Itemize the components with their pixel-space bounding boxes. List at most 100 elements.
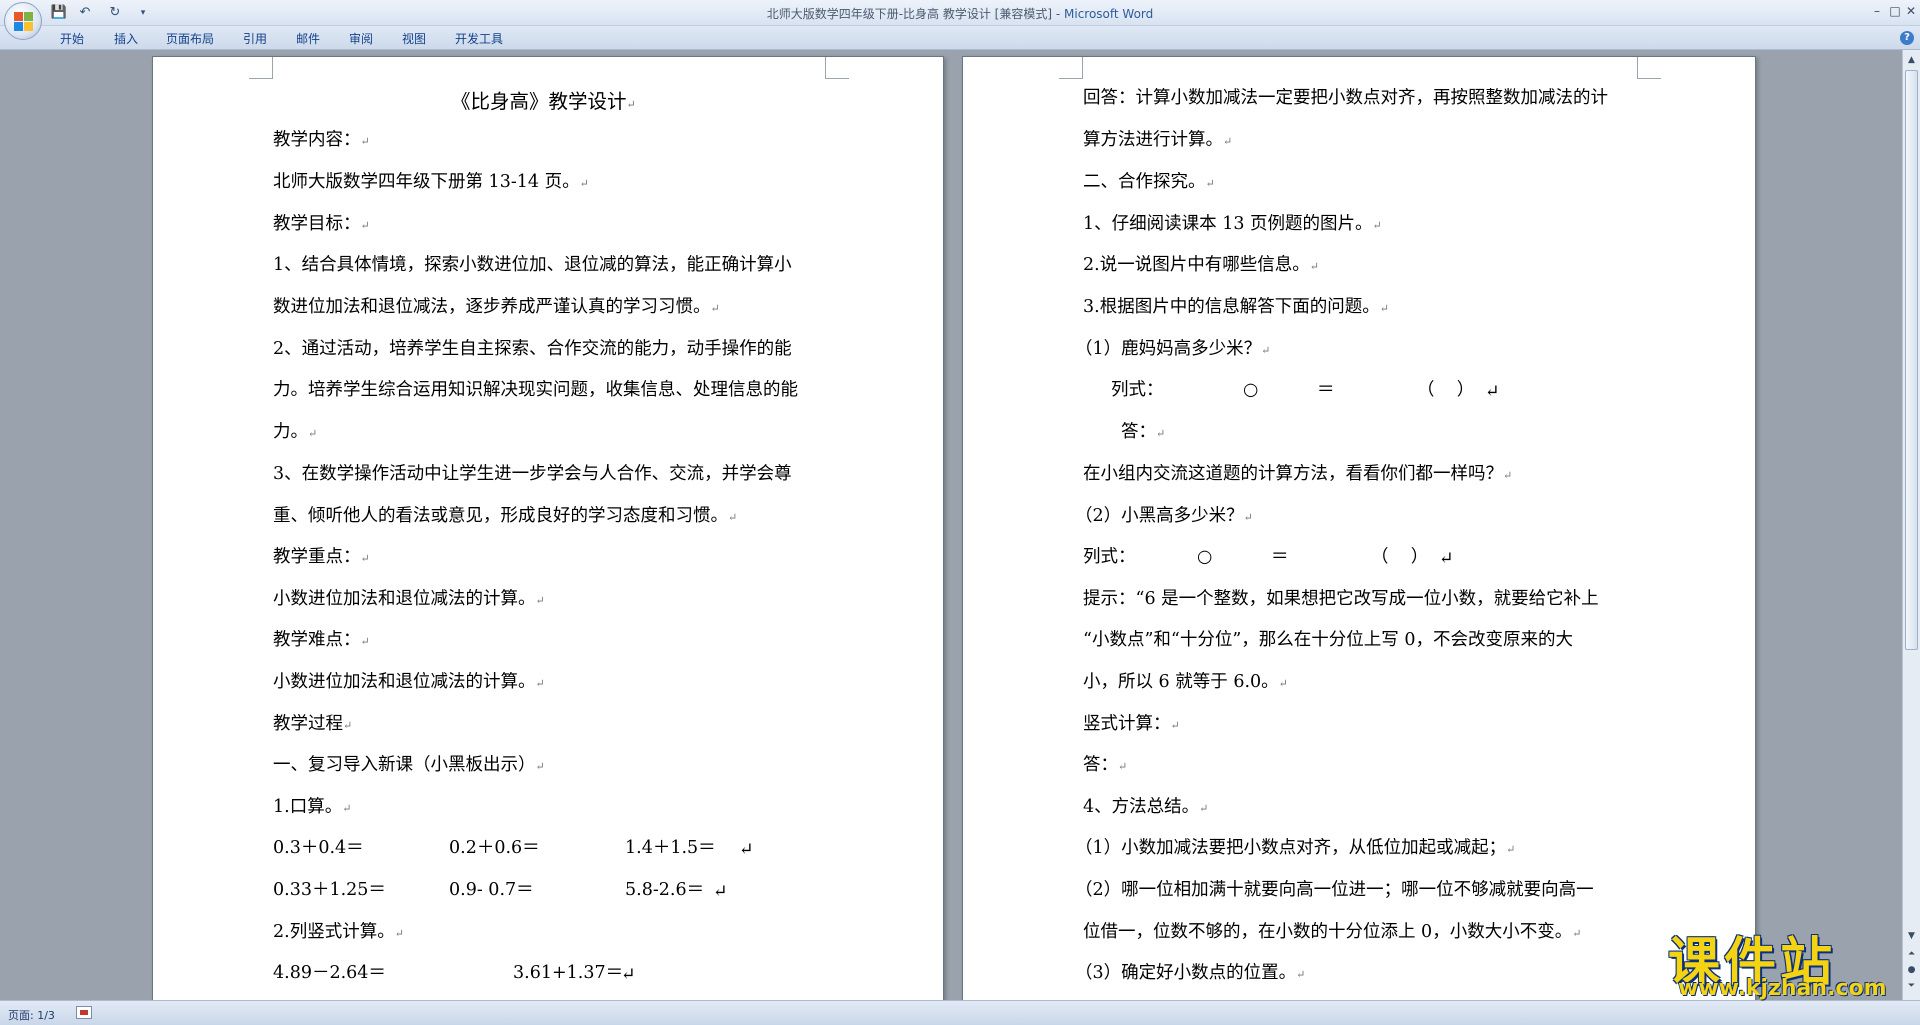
paragraph: 2、通过活动，培养学生自主探索、合作交流的能力，动手操作的能 <box>273 338 792 360</box>
paragraph: 2.列竖式计算。↵ <box>273 921 404 945</box>
paragraph-mark: ↵ <box>1118 760 1128 773</box>
paragraph: 教学内容：↵ <box>273 129 370 153</box>
window-title: 北师大版数学四年级下册-比身高 教学设计 [兼容模式] - Microsoft … <box>0 5 1920 22</box>
scroll-down-icon[interactable]: ▼ <box>1905 930 1918 943</box>
office-button[interactable] <box>4 2 42 40</box>
paragraph-mark: ↵ <box>1261 344 1271 357</box>
tab-home[interactable]: 开始 <box>60 30 84 47</box>
paragraph-text: 算方法进行计算。 <box>1083 130 1223 150</box>
ribbon-tabs: 开始 插入 页面布局 引用 邮件 审阅 视图 开发工具 ? <box>0 26 1920 50</box>
paragraph-text: 1.口算。 <box>273 797 343 817</box>
paragraph: 1.口算。↵ <box>273 796 351 820</box>
paragraph: 1、结合具体情境，探索小数进位加、退位减的算法，能正确计算小 <box>273 254 792 276</box>
paragraph-mark: ↵ <box>1223 135 1233 148</box>
vertical-calc-item: 3.61+1.37＝ <box>513 963 624 983</box>
paragraph: 位借一，位数不够的，在小数的十分位添上 0，小数大小不变。↵ <box>1083 921 1581 945</box>
paragraph-mark: ↵ <box>308 427 318 440</box>
paragraph: 教学过程↵ <box>273 713 352 737</box>
document-title: 北师大版数学四年级下册-比身高 教学设计 [兼容模式] - <box>766 7 1064 21</box>
paragraph: “小数点”和“十分位”，那么在十分位上写 0，不会改变原来的大 <box>1083 629 1573 651</box>
paragraph: 小数进位加法和退位减法的计算。↵ <box>273 671 545 695</box>
proofing-icon[interactable] <box>76 1006 92 1019</box>
paragraph-text: 位借一，位数不够的，在小数的十分位添上 0，小数大小不变。 <box>1083 922 1573 942</box>
paragraph-text: 1、结合具体情境，探索小数进位加、退位减的算法，能正确计算小 <box>273 255 792 275</box>
page-count[interactable]: 页面: 1/3 <box>8 1007 55 1023</box>
document-page-2[interactable]: 回答：计算小数加减法一定要把小数点对齐，再按照整数加减法的计 算方法进行计算。↵… <box>962 56 1756 1000</box>
paragraph: （1）小数加减法要把小数点对齐，从低位加起或减起；↵ <box>1075 837 1515 861</box>
paragraph-text: 教学过程 <box>273 714 343 734</box>
paragraph: （2）哪一位相加满十就要向高一位进一；哪一位不够减就要向高一 <box>1075 879 1594 901</box>
paragraph-text: 2.说一说图片中有哪些信息。 <box>1083 255 1310 275</box>
paragraph-mark: ↵ <box>728 511 738 524</box>
answer-blank: （ ） <box>1371 547 1429 567</box>
paragraph: 答：↵ <box>1121 421 1165 445</box>
formula-label: 列式： <box>1111 380 1164 400</box>
crop-mark <box>1059 57 1083 79</box>
paragraph-text: 一、复习导入新课（小黑板出示） <box>273 755 536 775</box>
equals-sign: ＝ <box>1271 547 1289 567</box>
paragraph-mark: ↵ <box>1278 677 1288 690</box>
circle-operator-blank: ○ <box>1243 380 1259 400</box>
oral-calc-item: 0.9- 0.7＝ <box>449 880 534 900</box>
close-button[interactable]: ✕ <box>1900 2 1920 20</box>
paragraph-mark: ↵ <box>1205 177 1215 190</box>
paragraph: 算方法进行计算。↵ <box>1083 129 1232 153</box>
paragraph-text: 回答：计算小数加减法一定要把小数点对齐，再按照整数加减法的计 <box>1083 88 1608 108</box>
paragraph: 小，所以 6 就等于 6.0。↵ <box>1083 671 1288 695</box>
paragraph-text: 竖式计算： <box>1083 714 1171 734</box>
paragraph-text: 2.列竖式计算。 <box>273 922 395 942</box>
paragraph-mark: ↵ <box>1372 219 1382 232</box>
next-page-icon[interactable]: ⏷ <box>1905 980 1918 993</box>
select-browse-object-icon[interactable]: ● <box>1905 964 1918 977</box>
crop-mark <box>1637 57 1661 79</box>
paragraph-text: 教学重点： <box>273 547 361 567</box>
vertical-calc-item: 4.89－2.64＝ <box>273 963 386 983</box>
paragraph-mark: ↵ <box>360 552 370 565</box>
scroll-up-icon[interactable]: ▲ <box>1905 54 1918 67</box>
title-text: 《比身高》教学设计 <box>451 90 627 113</box>
paragraph-text: 答： <box>1121 422 1156 442</box>
paragraph-text: 教学内容： <box>273 130 361 150</box>
tab-insert[interactable]: 插入 <box>114 30 138 47</box>
status-bar: 页面: 1/3 <box>0 1000 1920 1025</box>
paragraph: 重、倾听他人的看法或意见，形成良好的学习态度和习惯。↵ <box>273 505 737 529</box>
paragraph: （1）鹿妈妈高多少米？↵ <box>1075 338 1270 362</box>
paragraph-mark: ↵ <box>342 802 352 815</box>
watermark-logo: 课件站 www.kjzhan.com <box>1668 920 1904 1002</box>
paragraph-text: 数进位加法和退位减法，逐步养成严谨认真的学习习惯。 <box>273 297 711 317</box>
paragraph-text: （2）小黑高多少米？ <box>1075 506 1244 526</box>
paragraph-mark: ↵ <box>1243 511 1253 524</box>
vertical-scrollbar[interactable]: ▲ ▼ ⏶ ● ⏷ <box>1902 50 1920 1000</box>
paragraph-mark: ↵ <box>1503 469 1513 482</box>
document-area[interactable]: 《比身高》教学设计↵ 教学内容：↵ 北师大版数学四年级下册第 13-14 页。↵… <box>0 50 1902 1000</box>
paragraph-text: 教学难点： <box>273 630 361 650</box>
paragraph-text: 3.根据图片中的信息解答下面的问题。 <box>1083 297 1380 317</box>
scrollbar-thumb[interactable] <box>1905 70 1918 650</box>
paragraph-mark: ↵ <box>739 840 754 860</box>
help-icon[interactable]: ? <box>1900 31 1914 45</box>
tab-page-layout[interactable]: 页面布局 <box>166 30 214 47</box>
paragraph-text: “小数点”和“十分位”，那么在十分位上写 0，不会改变原来的大 <box>1083 630 1573 650</box>
paragraph-text: 教学目标： <box>273 214 361 234</box>
paragraph-text: 小数进位加法和退位减法的计算。 <box>273 589 536 609</box>
paragraph-mark: ↵ <box>1156 427 1166 440</box>
paragraph-text: 答： <box>1083 755 1118 775</box>
paragraph-text: 二、合作探究。 <box>1083 172 1206 192</box>
tab-mailings[interactable]: 邮件 <box>296 30 320 47</box>
oral-calc-item: 0.33＋1.25＝ <box>273 880 386 900</box>
previous-page-icon[interactable]: ⏶ <box>1905 948 1918 961</box>
tab-references[interactable]: 引用 <box>243 30 267 47</box>
tab-developer[interactable]: 开发工具 <box>455 30 503 47</box>
tab-view[interactable]: 视图 <box>402 30 426 47</box>
paragraph: 力。培养学生综合运用知识解决现实问题，收集信息、处理信息的能 <box>273 379 798 401</box>
paragraph: 小数进位加法和退位减法的计算。↵ <box>273 588 545 612</box>
document-page-1[interactable]: 《比身高》教学设计↵ 教学内容：↵ 北师大版数学四年级下册第 13-14 页。↵… <box>152 56 944 1000</box>
paragraph-mark: ↵ <box>621 965 636 985</box>
paragraph: 一、复习导入新课（小黑板出示）↵ <box>273 754 545 778</box>
crop-mark <box>825 57 849 79</box>
paragraph: （3）确定好小数点的位置。↵ <box>1075 962 1305 986</box>
paragraph: 4、方法总结。↵ <box>1083 796 1208 820</box>
paragraph-mark: ↵ <box>1485 382 1500 402</box>
tab-review[interactable]: 审阅 <box>349 30 373 47</box>
watermark-url: www.kjzhan.com <box>1678 976 1887 1001</box>
